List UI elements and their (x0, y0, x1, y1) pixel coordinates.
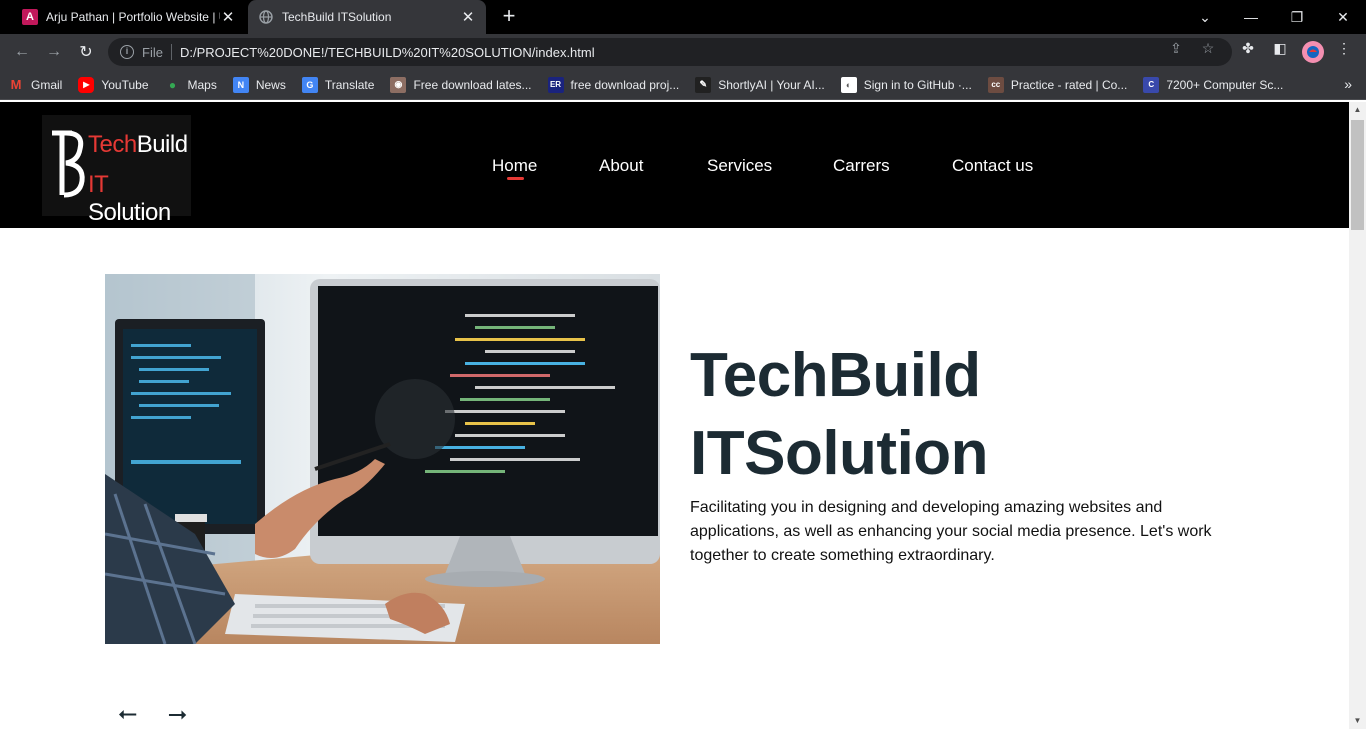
bookmark-free-projects[interactable]: ER free download proj... (547, 76, 680, 93)
page-viewport: TechBuild IT Solution Home About Service… (0, 102, 1349, 729)
forward-icon[interactable]: → (42, 40, 66, 64)
nav-careers[interactable]: Carrers (833, 156, 890, 176)
new-tab-icon[interactable]: + (499, 5, 519, 27)
tab-portfolio[interactable]: A Arju Pathan | Portfolio Website | U ✕ (12, 0, 246, 34)
page-scrollbar[interactable]: ▲ ▼ (1349, 102, 1366, 729)
bookmark-label: free download proj... (570, 77, 680, 92)
nav-contact[interactable]: Contact us (952, 156, 1033, 176)
bookmark-label: News (255, 77, 286, 92)
er-icon: ER (547, 76, 564, 93)
hero-image (105, 274, 660, 644)
bookmark-computer-science[interactable]: C 7200+ Computer Sc... (1143, 76, 1284, 93)
tab-strip: A Arju Pathan | Portfolio Website | U ✕ … (0, 0, 1366, 34)
bookmark-label: Sign in to GitHub ·... (863, 77, 972, 92)
nav-home[interactable]: Home (492, 156, 537, 176)
logo-line-1: TechBuild (88, 131, 188, 158)
browser-toolbar: ← → ↻ i File D:/PROJECT%20DONE!/TECHBUIL… (0, 34, 1366, 70)
close-window-icon[interactable]: ✕ (1320, 0, 1366, 34)
scroll-down-icon[interactable]: ▼ (1349, 713, 1366, 729)
url-text: D:/PROJECT%20DONE!/TECHBUILD%20IT%20SOLU… (179, 44, 595, 60)
bookmark-label: Free download lates... (413, 77, 532, 92)
bookmark-label: Maps (187, 77, 217, 92)
youtube-icon: ▶ (78, 76, 95, 93)
tab-search-icon[interactable]: ⌄ (1182, 0, 1228, 34)
bookmark-label: ShortlyAI | Your AI... (718, 77, 825, 92)
bookmark-label: 7200+ Computer Sc... (1166, 77, 1284, 92)
news-icon: N (232, 76, 249, 93)
profile-avatar[interactable] (1302, 41, 1324, 63)
bookmark-label: Practice - rated | Co... (1010, 77, 1128, 92)
arrow-left-icon[interactable]: ⭠ (118, 700, 137, 728)
tab-title: TechBuild ITSolution (282, 10, 392, 24)
menu-icon[interactable]: ⋮ (1336, 40, 1352, 56)
extensions-icon[interactable]: ✤ (1240, 40, 1256, 56)
site-icon: ◉ (390, 76, 407, 93)
bookmark-label: YouTube (101, 77, 149, 92)
tab-techbuild[interactable]: TechBuild ITSolution ✕ (248, 0, 486, 34)
bookmark-free-download[interactable]: ◉ Free download lates... (390, 76, 532, 93)
scrollbar-thumb[interactable] (1351, 120, 1364, 230)
tab-favicon: A (22, 9, 38, 25)
bookmark-codechef[interactable]: cc Practice - rated | Co... (987, 76, 1128, 93)
side-panel-icon[interactable]: ◧ (1272, 40, 1288, 56)
close-tab-icon[interactable]: ✕ (460, 9, 476, 26)
codechef-icon: cc (987, 76, 1004, 93)
close-tab-icon[interactable]: ✕ (220, 9, 236, 26)
bookmark-label: Translate (324, 77, 375, 92)
reload-icon[interactable]: ↻ (74, 40, 98, 64)
url-scheme: File (142, 44, 163, 60)
maps-pin-icon: ● (168, 77, 177, 92)
bookmark-maps[interactable]: ● Maps (165, 77, 217, 93)
back-icon[interactable]: ← (10, 40, 34, 64)
tb-logo-mark (52, 130, 85, 198)
bookmark-gmail[interactable]: M Gmail (8, 77, 63, 93)
tab-title: Arju Pathan | Portfolio Website | U (46, 10, 220, 24)
bookmark-translate[interactable]: G Translate (301, 76, 375, 93)
translate-icon: G (301, 76, 318, 93)
bookmark-label: Gmail (31, 77, 63, 92)
share-icon[interactable]: ⇪ (1168, 40, 1184, 56)
scroll-up-icon[interactable]: ▲ (1349, 102, 1366, 118)
restore-icon[interactable]: ❐ (1274, 0, 1320, 34)
hero-title: TechBuild ITSolution (690, 337, 989, 493)
globe-icon (258, 9, 274, 25)
github-icon: ◐ (840, 76, 857, 93)
site-header: TechBuild IT Solution Home About Service… (0, 102, 1349, 228)
site-logo[interactable]: TechBuild IT Solution (42, 115, 191, 226)
bookmark-youtube[interactable]: ▶ YouTube (78, 76, 149, 93)
info-icon[interactable]: i (120, 45, 134, 59)
bookmarks-bar: M Gmail ▶ YouTube ● Maps N News G Translate ◉… (0, 70, 1366, 100)
bookmark-star-icon[interactable]: ☆ (1200, 40, 1216, 56)
bookmark-news[interactable]: N News (232, 76, 286, 93)
nav-services[interactable]: Services (707, 156, 772, 176)
hero-title-line-1: TechBuild (690, 341, 981, 410)
hero-description: Facilitating you in designing and develo… (690, 499, 1212, 564)
bookmark-github[interactable]: ◐ Sign in to GitHub ·... (840, 76, 972, 93)
arrow-right-icon[interactable]: ⭢ (168, 700, 187, 728)
logo-line-2: IT Solution (88, 171, 171, 226)
address-bar[interactable]: i File D:/PROJECT%20DONE!/TECHBUILD%20IT… (108, 38, 1232, 66)
hero-title-line-2: ITSolution (690, 419, 989, 488)
shortlyai-icon: ✎ (695, 76, 712, 93)
nav-about[interactable]: About (599, 156, 643, 176)
bookmark-shortlyai[interactable]: ✎ ShortlyAI | Your AI... (695, 76, 825, 93)
site-icon: C (1143, 76, 1160, 93)
nav-active-indicator (507, 177, 524, 180)
more-bookmarks-icon[interactable]: » (1344, 76, 1352, 92)
gmail-icon: M (10, 77, 22, 92)
omnibox-divider (170, 44, 172, 60)
minimize-icon[interactable]: — (1228, 0, 1274, 34)
